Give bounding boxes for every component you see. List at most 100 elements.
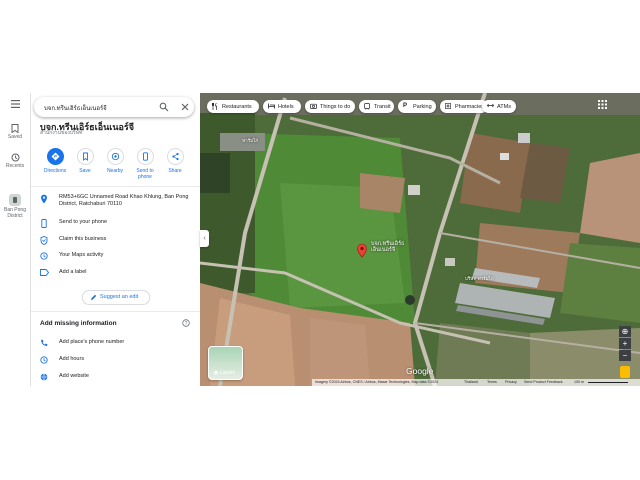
missing-info-title: Add missing information xyxy=(40,320,117,327)
atm-icon xyxy=(487,103,494,108)
suggest-edit-label: Suggest an edit xyxy=(100,294,139,300)
claim-business-text: Claim this business xyxy=(59,236,107,242)
zoom-in-button[interactable]: + xyxy=(619,338,631,349)
train-icon xyxy=(364,103,370,110)
left-rail: Saved Recents Ban Pong District xyxy=(0,93,31,386)
search-icon[interactable] xyxy=(159,102,169,112)
layers-button[interactable]: Layers xyxy=(208,346,243,380)
chip-restaurants[interactable]: Restaurants xyxy=(207,100,259,113)
search-box[interactable]: บจก.ทรีนเอิร์ธเอ็นเนอร์จี xyxy=(34,97,194,117)
add-label-row[interactable]: Add a label xyxy=(31,267,200,281)
pencil-icon xyxy=(91,294,97,300)
send-to-phone-button[interactable]: Send to phone xyxy=(130,148,160,180)
zoom-out-button[interactable]: − xyxy=(619,350,631,361)
action-bar: Directions Save Nearby Send to phone Sha… xyxy=(31,148,200,184)
phone-call-icon xyxy=(41,339,48,346)
label-icon xyxy=(40,269,49,276)
globe-icon xyxy=(40,373,48,381)
divider xyxy=(31,311,200,312)
map-poi-label[interactable]: บริษัท ฟาร์มไก่ xyxy=(465,275,494,282)
chip-label: Parking xyxy=(413,103,432,110)
suggest-edit-button[interactable]: Suggest an edit xyxy=(82,290,150,305)
chip-label: Hotels xyxy=(278,103,294,110)
parking-icon: P xyxy=(403,103,408,109)
directions-icon xyxy=(51,152,59,161)
bed-icon xyxy=(268,103,275,109)
privacy-link[interactable]: Privacy xyxy=(505,380,517,384)
address-text: RM53+6GC Unnamed Road Khao Khlung, Ban P… xyxy=(59,194,189,207)
chip-label: ATMs xyxy=(497,103,511,110)
place-category: สำนักงานของบริษัท xyxy=(40,130,83,136)
chevron-left-icon: ‹ xyxy=(203,235,206,242)
help-icon[interactable]: ? xyxy=(182,319,190,327)
claim-business-row[interactable]: Claim this business xyxy=(31,234,200,248)
recent-place-item[interactable]: Ban Pong District xyxy=(0,194,30,219)
maps-activity-text: Your Maps activity xyxy=(59,252,104,258)
layers-label: Layers xyxy=(220,370,236,376)
add-label-text: Add a label xyxy=(59,269,87,275)
bookmark-icon xyxy=(11,124,19,133)
save-button[interactable]: Save xyxy=(70,148,100,174)
chip-things-to-do[interactable]: Things to do xyxy=(305,100,355,113)
chip-hotels[interactable]: Hotels xyxy=(263,100,301,113)
chip-atms[interactable]: ATMs xyxy=(482,100,516,113)
svg-text:?: ? xyxy=(185,321,188,327)
feedback-link[interactable]: Send Product Feedback xyxy=(524,380,563,384)
chip-label: Pharmacies xyxy=(455,103,485,110)
nearby-icon xyxy=(111,152,119,161)
imagery-attribution: Imagery ©2024 Airbus, CNES / Airbus, Max… xyxy=(315,380,439,384)
add-hours-row[interactable]: Add hours xyxy=(31,354,200,368)
directions-button[interactable]: Directions xyxy=(40,148,70,174)
chip-parking[interactable]: P Parking xyxy=(398,100,436,113)
layers-icon xyxy=(213,370,219,376)
divider xyxy=(31,186,200,187)
nearby-button[interactable]: Nearby xyxy=(100,148,130,174)
address-row[interactable]: RM53+6GC Unnamed Road Khao Khlung, Ban P… xyxy=(31,192,200,214)
google-logo: Google xyxy=(406,366,434,376)
recent-place-thumbnail xyxy=(9,194,21,206)
pharmacy-icon xyxy=(445,103,451,109)
chip-label: Things to do xyxy=(320,103,351,110)
phone-icon xyxy=(41,219,47,228)
share-button[interactable]: Share xyxy=(160,148,190,174)
maps-activity-row[interactable]: Your Maps activity xyxy=(31,250,200,264)
recents-label: Recents xyxy=(5,163,25,169)
apps-grid-icon[interactable] xyxy=(598,100,607,109)
scale-label: 100 m xyxy=(574,380,584,384)
search-input[interactable]: บจก.ทรีนเอิร์ธเอ็นเนอร์จี xyxy=(44,103,107,113)
close-icon[interactable] xyxy=(180,102,190,112)
add-phone-row[interactable]: Add place's phone number xyxy=(31,337,200,351)
send-to-phone-label: Send to phone xyxy=(136,168,154,180)
plus-icon: + xyxy=(622,339,628,348)
recents-button[interactable]: Recents xyxy=(0,153,30,169)
map-pin-label[interactable]: บจก.ทรีนเอิร์ธเอ็นเนอร์จี xyxy=(371,241,407,253)
collapse-panel-button[interactable]: ‹ xyxy=(200,230,209,247)
location-pin-icon xyxy=(41,194,47,204)
clock-icon xyxy=(40,356,48,364)
crosshair-icon: ⊕ xyxy=(621,327,629,336)
chip-pharmacies[interactable]: Pharmacies xyxy=(440,100,488,113)
map-poi-label[interactable]: ฟาร์มไก่ xyxy=(242,137,258,144)
my-location-button[interactable]: ⊕ xyxy=(619,326,631,337)
maps-app: Saved Recents Ban Pong District บจก.ทรีน… xyxy=(0,93,640,386)
place-panel: บจก.ทรีนเอิร์ธเอ็นเนอร์จี สำนักงานของบริ… xyxy=(31,93,200,386)
save-label: Save xyxy=(79,168,91,174)
menu-button[interactable] xyxy=(0,100,30,109)
history-icon xyxy=(40,252,48,260)
camera-icon xyxy=(310,103,317,109)
map-footer: Imagery ©2024 Airbus, CNES / Airbus, Max… xyxy=(312,379,640,386)
map-canvas[interactable] xyxy=(200,93,640,386)
share-icon xyxy=(171,152,179,161)
terms-link[interactable]: Terms xyxy=(487,380,497,384)
saved-button[interactable]: Saved xyxy=(0,124,30,140)
add-website-row[interactable]: Add website xyxy=(31,371,200,385)
region-link[interactable]: Thailand xyxy=(464,380,478,384)
chip-transit[interactable]: Transit xyxy=(359,100,394,113)
street-view-pegman-icon[interactable] xyxy=(620,366,630,378)
fork-knife-icon xyxy=(212,103,217,110)
satellite-imagery[interactable] xyxy=(200,93,640,386)
share-label: Share xyxy=(168,168,182,174)
send-to-phone-row[interactable]: Send to your phone xyxy=(31,217,200,231)
chip-label: Restaurants xyxy=(222,103,252,110)
recent-place-label: Ban Pong District xyxy=(4,207,26,219)
